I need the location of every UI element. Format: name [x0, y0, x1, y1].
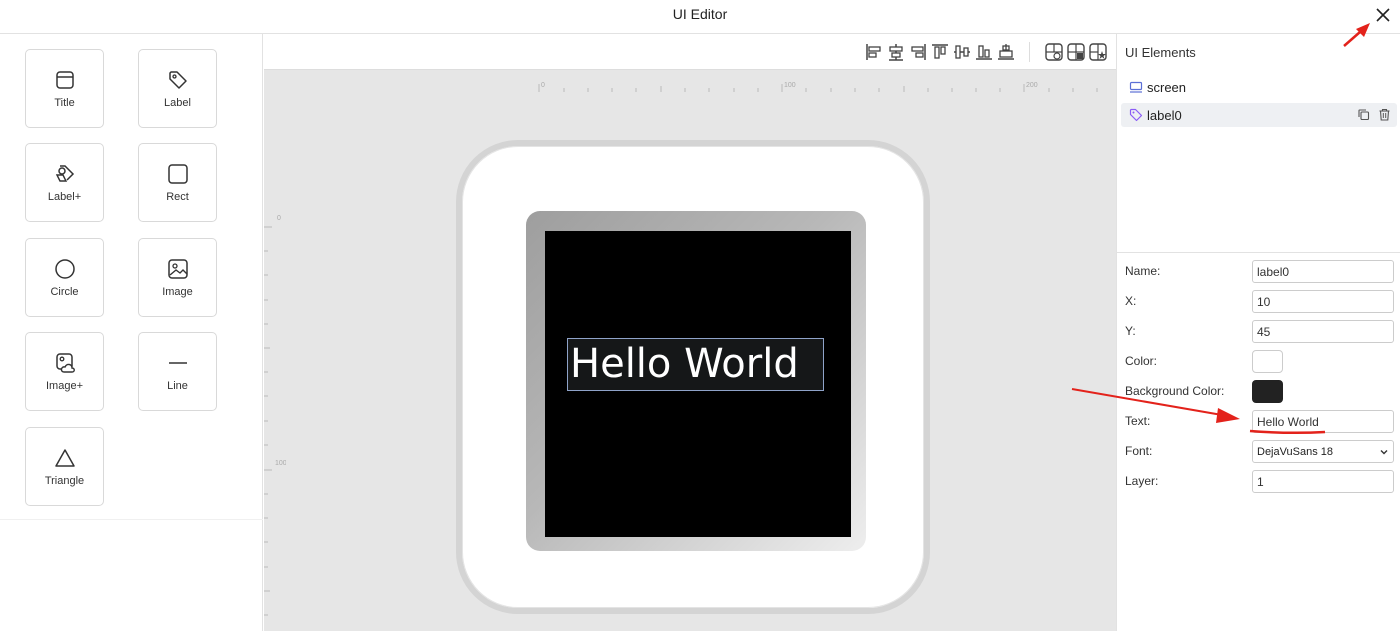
font-select-value: DejaVuSans 18: [1257, 445, 1334, 458]
background-color-label: Background Color:: [1125, 384, 1225, 398]
font-select[interactable]: DejaVuSans 18: [1252, 440, 1394, 463]
window-title: UI Editor: [672, 6, 728, 22]
palette-item-label[interactable]: Label: [138, 49, 217, 128]
palette-item-label: Image+: [46, 379, 83, 392]
toolbar-separator: [1029, 42, 1030, 62]
canvas-area[interactable]: 0 100 200 0 100 Hello World: [264, 34, 1116, 631]
palette-item-rect[interactable]: Rect: [138, 143, 217, 222]
inspector-panel: UI Elements screen label0 Name: X: Y: Co…: [1116, 34, 1400, 631]
tree-item-label0[interactable]: label0: [1121, 103, 1397, 127]
device-frame: Hello World: [456, 140, 930, 614]
tag-icon: [168, 70, 187, 89]
palette-item-label: Triangle: [44, 474, 85, 487]
panel-divider: [1117, 252, 1400, 253]
align-middle-icon[interactable]: [952, 42, 972, 62]
layer-label: Layer:: [1125, 474, 1159, 488]
square-icon: [167, 163, 188, 184]
align-center-h-icon[interactable]: [886, 42, 906, 62]
font-label: Font:: [1125, 444, 1153, 458]
palette-item-image[interactable]: Image: [138, 238, 217, 317]
monitor-icon: [1129, 81, 1143, 93]
palette-item-title[interactable]: Title: [25, 49, 104, 128]
trash-icon[interactable]: [1378, 108, 1391, 121]
triangle-icon: [54, 448, 75, 467]
palette-item-image-plus[interactable]: Image+: [25, 332, 104, 411]
text-field[interactable]: [1252, 410, 1394, 433]
color-label: Color:: [1125, 354, 1158, 368]
palette-item-label: Title: [54, 96, 75, 109]
align-right-icon[interactable]: [908, 42, 928, 62]
line-icon: [168, 361, 187, 364]
y-label: Y:: [1125, 324, 1136, 338]
ruler-label: 0: [277, 215, 281, 222]
image-icon: [167, 258, 188, 279]
tree-title: UI Elements: [1125, 45, 1196, 60]
palette-item-label: Rect: [166, 190, 189, 203]
text-label: Text:: [1125, 414, 1151, 428]
tag-icon: [1129, 108, 1143, 122]
palette-item-label: Label: [164, 96, 191, 109]
title-bar: UI Editor: [0, 0, 1400, 34]
palette-item-label: Label+: [47, 190, 82, 203]
horizontal-ruler: 0 100 200: [538, 82, 1098, 92]
ruler-label: 200: [1026, 82, 1038, 89]
close-icon: [1376, 8, 1390, 22]
tags-icon: [55, 164, 74, 182]
copy-icon[interactable]: [1357, 108, 1370, 121]
align-top-icon[interactable]: [930, 42, 950, 62]
align-bottom-icon[interactable]: [974, 42, 994, 62]
device-screen[interactable]: Hello World: [545, 231, 851, 537]
align-left-icon[interactable]: [864, 42, 884, 62]
ruler-label: 100: [275, 460, 286, 467]
images-icon: [55, 352, 75, 373]
palette-item-label: Line: [167, 379, 188, 392]
x-field[interactable]: [1252, 290, 1394, 313]
group-fill-icon[interactable]: [1066, 42, 1086, 62]
group-add-icon[interactable]: [1044, 42, 1064, 62]
name-field[interactable]: [1252, 260, 1394, 283]
palette-item-triangle[interactable]: Triangle: [25, 427, 104, 506]
chevron-down-icon: [1380, 449, 1388, 454]
x-label: X:: [1125, 294, 1137, 308]
palette-item-label: Image: [162, 285, 193, 298]
layer-field[interactable]: [1252, 470, 1394, 493]
background-color-swatch[interactable]: [1252, 380, 1283, 403]
vertical-ruler: 0 100: [264, 215, 286, 616]
element-palette: Title Label Label+ Rect Circle Image Ima…: [0, 34, 263, 631]
align-baseline-icon[interactable]: [996, 42, 1016, 62]
close-button[interactable]: [1370, 2, 1396, 28]
ruler-label: 100: [784, 82, 796, 89]
circle-icon: [54, 258, 75, 279]
y-field[interactable]: [1252, 320, 1394, 343]
tree-item-label: label0: [1147, 107, 1182, 123]
palette-item-circle[interactable]: Circle: [25, 238, 104, 317]
ruler-label: 0: [541, 82, 545, 89]
align-toolbar: [264, 34, 1116, 70]
tree-item-label: screen: [1147, 79, 1187, 95]
name-label: Name:: [1125, 264, 1161, 278]
group-star-icon[interactable]: [1088, 42, 1108, 62]
screen-bezel: Hello World: [526, 211, 866, 551]
canvas-label-element[interactable]: Hello World: [567, 338, 824, 391]
tree-item-screen[interactable]: screen: [1121, 75, 1397, 99]
title-icon: [55, 70, 74, 89]
palette-item-line[interactable]: Line: [138, 332, 217, 411]
palette-item-label-plus[interactable]: Label+: [25, 143, 104, 222]
palette-item-label: Circle: [50, 285, 79, 298]
color-swatch[interactable]: [1252, 350, 1283, 373]
